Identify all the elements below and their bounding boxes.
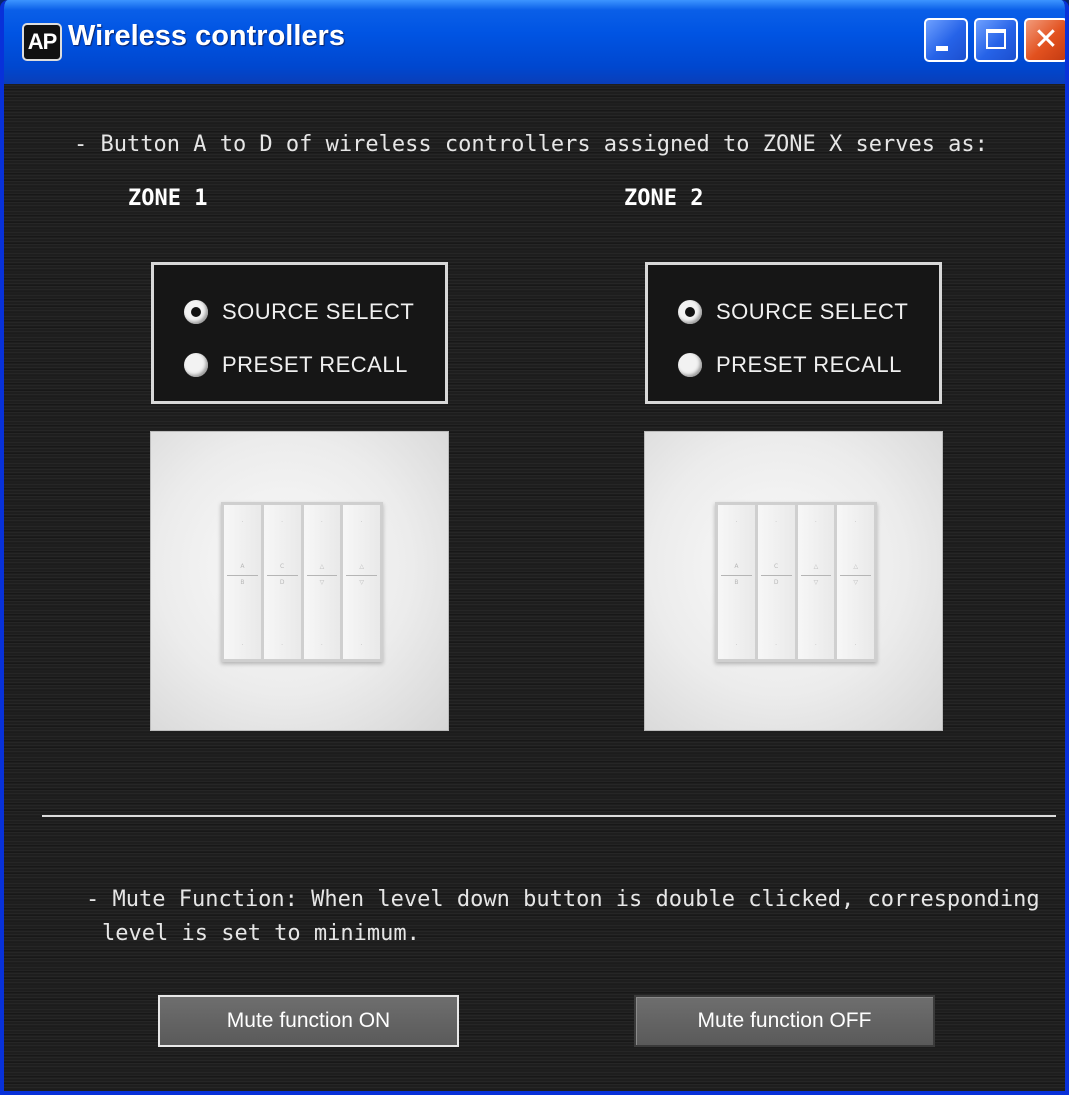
minimize-icon [936,46,948,51]
maximize-button[interactable] [974,18,1018,62]
mute-function-off-button[interactable]: Mute function OFF [634,995,935,1047]
controller-key: · C D · [263,505,301,659]
dialog-body: - Button A to D of wireless controllers … [4,84,1065,1091]
zone-2-source-select-option[interactable]: SOURCE SELECT [678,297,908,327]
controller-key: · △ ▽ · [303,505,341,659]
zone-2-wireless-controller-image: · A B · · C D · · △ ▽ · · △ ▽ · [645,432,942,730]
zone-2-title: ZONE 2 [624,186,704,211]
zone-1-wireless-controller-image: · A B · · C D · · △ ▽ · · △ ▽ · [151,432,448,730]
title-bar[interactable]: AP Wireless controllers ✕ [4,0,1065,84]
close-icon: ✕ [1033,22,1059,57]
radio-label: SOURCE SELECT [222,299,415,324]
controller-key: · △ ▽ · [797,505,835,659]
maximize-icon [986,29,1006,49]
zone-1-preset-recall-option[interactable]: PRESET RECALL [184,350,408,380]
radio-button[interactable] [678,353,702,377]
zone-1-mode-group: SOURCE SELECT PRESET RECALL [151,262,448,404]
controller-key: · △ ▽ · [343,505,380,659]
mute-function-description-continued: level is set to minimum. [102,921,420,946]
window-title: Wireless controllers [68,20,345,52]
app-logo-icon: AP [22,23,62,61]
section-divider [42,815,1056,817]
controller-key: · △ ▽ · [837,505,874,659]
minimize-button[interactable] [924,18,968,62]
radio-label: SOURCE SELECT [716,299,909,324]
radio-button-selected[interactable] [678,300,702,324]
controller-keypad: · A B · · C D · · △ ▽ · · △ ▽ · [221,502,383,662]
radio-button[interactable] [184,353,208,377]
zone-1-source-select-option[interactable]: SOURCE SELECT [184,297,414,327]
controller-key: · A B · [718,505,755,659]
zone-1-title: ZONE 1 [128,186,208,211]
controller-key: · C D · [757,505,795,659]
zone-assignment-description: - Button A to D of wireless controllers … [74,132,988,157]
close-button[interactable]: ✕ [1024,18,1065,62]
zone-2-mode-group: SOURCE SELECT PRESET RECALL [645,262,942,404]
mute-function-on-button[interactable]: Mute function ON [158,995,459,1047]
controller-key: · A B · [224,505,261,659]
radio-label: PRESET RECALL [222,352,408,377]
zone-2-preset-recall-option[interactable]: PRESET RECALL [678,350,902,380]
radio-button-selected[interactable] [184,300,208,324]
wireless-controllers-window: AP Wireless controllers ✕ - Button A to … [0,0,1069,1095]
radio-label: PRESET RECALL [716,352,902,377]
controller-keypad: · A B · · C D · · △ ▽ · · △ ▽ · [715,502,877,662]
mute-function-description: - Mute Function: When level down button … [86,887,1040,912]
